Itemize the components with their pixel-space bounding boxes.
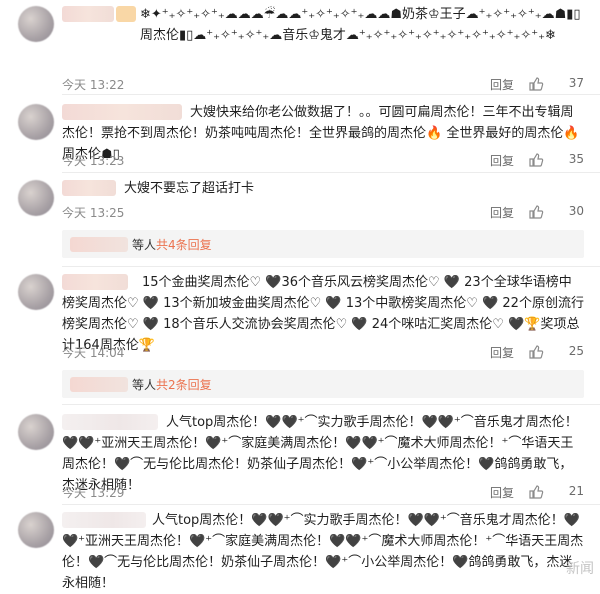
sub-replies-count[interactable]: 共2条回复 [156,376,212,393]
comment-item: 大嫂快来给你老公做数据了！。。可圆可扁周杰伦！三年不出专辑周杰伦！票抢不到周杰伦… [0,102,600,174]
comment-item: 15个金曲奖周杰伦♡ 🖤36个音乐风云榜奖周杰伦♡ 🖤 23个全球华语榜中榜奖周… [0,272,600,405]
comment-meta: 今天 13:29 回复 21 [62,482,584,502]
user-avatar[interactable] [18,414,54,450]
divider [62,266,600,267]
thumbs-up-icon [529,205,544,219]
replier-names-blurred [70,377,128,392]
like-button[interactable]: 25 [528,342,584,362]
comment-time: 今天 13:22 [62,78,125,92]
like-button[interactable]: 30 [528,202,584,222]
like-button[interactable]: 35 [528,150,584,170]
comment-item: ❄✦⁺₊✧⁺₊✧⁺₊☁☁☁☔☁☁⁺₊✧⁺₊✧⁺₊☁☁☗奶茶♔王子☁⁺₊✧⁺₊✧⁺… [0,4,600,96]
comment-item: 大嫂不要忘了超话打卡 今天 13:25 回复 30 等人 共4条回复 [0,178,600,268]
comment-time: 今天 13:25 [62,206,125,220]
user-avatar[interactable] [18,274,54,310]
replier-names-blurred [70,237,128,252]
sub-replies-bar[interactable]: 等人 共4条回复 [62,230,584,258]
reply-button[interactable]: 回复 [490,204,514,221]
divider [62,504,600,505]
like-count: 35 [568,152,584,166]
comment-text: 大嫂不要忘了超话打卡 [124,181,255,196]
sub-replies-who: 等人 [132,378,157,392]
comment-text: ❄✦⁺₊✧⁺₊✧⁺₊☁☁☁☔☁☁⁺₊✧⁺₊✧⁺₊☁☁☗奶茶♔王子☁⁺₊✧⁺₊✧⁺… [140,7,581,43]
reply-button[interactable]: 回复 [490,344,514,361]
comment-text: 人气top周杰伦！🖤🖤⁺⌒实力歌手周杰伦！🖤🖤⁺⌒音乐鬼才周杰伦！🖤🖤⁺亚洲天王… [62,513,584,591]
user-avatar[interactable] [18,104,54,140]
user-avatar[interactable] [18,180,54,216]
divider [62,94,600,95]
sub-replies-bar[interactable]: 等人 共2条回复 [62,370,584,398]
like-count: 30 [568,204,584,218]
like-button[interactable]: 21 [528,482,584,502]
like-count: 25 [568,344,584,358]
thumbs-up-icon [529,345,544,359]
comment-time: 今天 13:29 [62,486,125,500]
thumbs-up-icon [529,77,544,91]
comment-item: 人气top周杰伦！🖤🖤⁺⌒实力歌手周杰伦！🖤🖤⁺⌒音乐鬼才周杰伦！🖤🖤⁺亚洲天王… [0,412,600,506]
comment-item: 人气top周杰伦！🖤🖤⁺⌒实力歌手周杰伦！🖤🖤⁺⌒音乐鬼才周杰伦！🖤🖤⁺亚洲天王… [0,510,600,591]
like-count: 21 [568,484,584,498]
divider [62,172,600,173]
sub-replies-count[interactable]: 共4条回复 [156,236,212,253]
sub-replies-who: 等人 [132,238,157,252]
user-avatar[interactable] [18,512,54,548]
reply-button[interactable]: 回复 [490,484,514,501]
user-avatar[interactable] [18,6,54,42]
watermark: 新闻 [566,561,594,577]
level-badge [116,6,136,22]
reply-button[interactable]: 回复 [490,152,514,169]
comment-feed: ❄✦⁺₊✧⁺₊✧⁺₊☁☁☁☔☁☁⁺₊✧⁺₊✧⁺₊☁☁☗奶茶♔王子☁⁺₊✧⁺₊✧⁺… [0,0,600,591]
thumbs-up-icon [529,485,544,499]
comment-meta: 今天 14:04 回复 25 [62,342,584,362]
comment-time: 今天 13:23 [62,154,125,168]
comment-meta: 今天 13:22 回复 37 [62,74,584,94]
comment-time: 今天 14:04 [62,346,125,360]
like-button[interactable]: 37 [528,74,584,94]
thumbs-up-icon [529,153,544,167]
username-blurred[interactable] [62,6,136,22]
comment-meta: 今天 13:23 回复 35 [62,150,584,170]
reply-button[interactable]: 回复 [490,76,514,93]
comment-meta: 今天 13:25 回复 30 [62,202,584,222]
like-count: 37 [568,76,584,90]
divider [62,404,600,405]
